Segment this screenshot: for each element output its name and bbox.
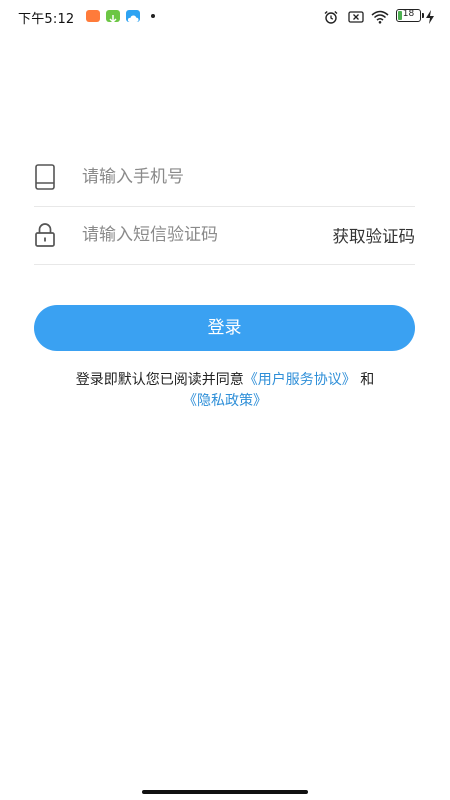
wifi-icon	[371, 9, 389, 24]
phone-input[interactable]	[82, 162, 332, 192]
home-indicator[interactable]	[142, 790, 308, 794]
status-time: 下午5:12	[18, 12, 75, 27]
privacy-policy-link[interactable]: 《隐私政策》	[183, 393, 267, 409]
no-sim-icon	[348, 9, 364, 23]
login-button[interactable]: 登录	[34, 305, 415, 351]
lock-icon	[34, 222, 56, 248]
agreement-text: 登录即默认您已阅读并同意《用户服务协议》 和 《隐私政策》	[20, 370, 430, 412]
cloud-icon	[126, 10, 140, 22]
app-notification-icon	[86, 10, 100, 22]
charging-icon	[425, 9, 435, 24]
battery-level: 18	[402, 9, 415, 19]
phone-row	[34, 148, 415, 207]
phone-icon	[34, 164, 56, 190]
more-notifications-dot	[151, 14, 155, 18]
battery-tip	[422, 13, 424, 18]
user-service-agreement-link[interactable]: 《用户服务协议》	[244, 372, 356, 388]
agreement-conjunction: 和	[360, 372, 375, 388]
status-bar: 下午5:12 18	[0, 0, 450, 32]
battery-icon: 18	[396, 9, 424, 22]
download-icon	[106, 10, 120, 24]
alarm-icon	[323, 9, 339, 24]
agreement-prefix: 登录即默认您已阅读并同意	[75, 372, 244, 388]
sms-code-input[interactable]	[82, 220, 332, 250]
login-page: 下午5:12 18 请输入手机号 请输入短信验证码 获取验证码 登录 登录即默认…	[0, 0, 450, 800]
get-code-button[interactable]: 获取验证码	[333, 223, 416, 247]
sms-code-row: 获取验证码	[34, 206, 415, 265]
